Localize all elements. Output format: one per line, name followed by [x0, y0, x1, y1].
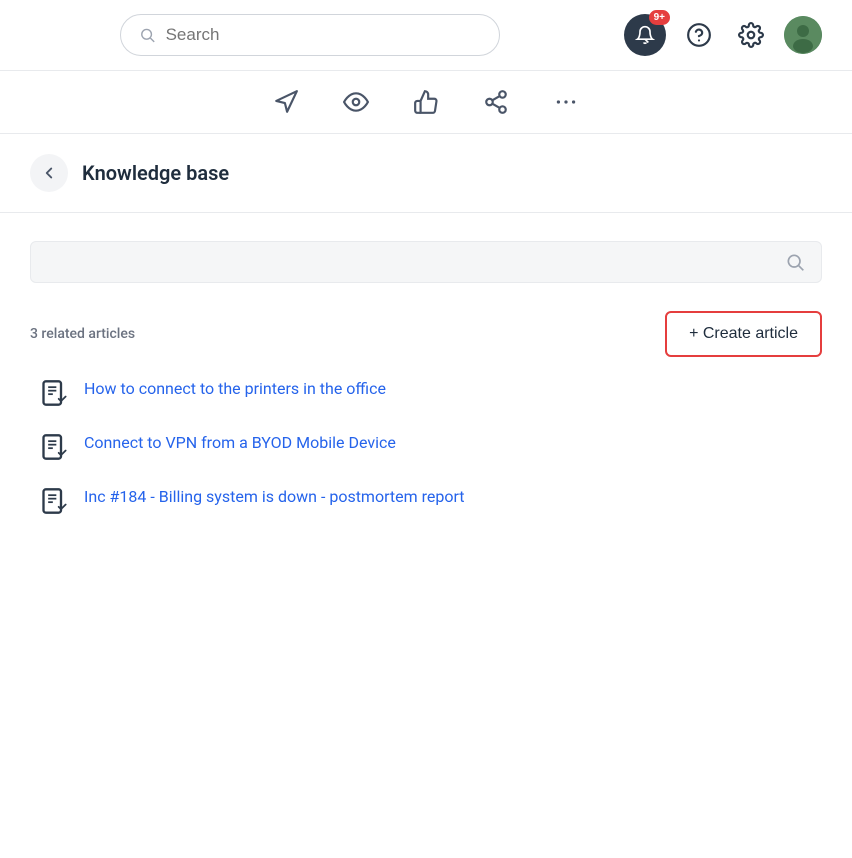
megaphone-icon [273, 89, 299, 115]
main-content: 3 related articles + Create article How … [0, 213, 852, 543]
avatar-image [784, 16, 822, 54]
settings-icon [738, 22, 764, 48]
article-icon [40, 433, 68, 461]
article-link[interactable]: Connect to VPN from a BYOD Mobile Device [84, 431, 396, 455]
list-item: Inc #184 - Billing system is down - post… [40, 485, 812, 515]
section-header: Knowledge base [0, 134, 852, 213]
avatar-svg [784, 16, 822, 54]
notification-icon [635, 25, 655, 45]
like-button[interactable] [409, 85, 443, 119]
articles-header: 3 related articles + Create article [30, 311, 822, 357]
list-item: How to connect to the printers in the of… [40, 377, 812, 407]
share-icon [483, 89, 509, 115]
thumbsup-icon [413, 89, 439, 115]
search-icon [139, 26, 156, 44]
search-input[interactable] [166, 25, 481, 45]
watch-button[interactable] [339, 85, 373, 119]
list-item: Connect to VPN from a BYOD Mobile Device [40, 431, 812, 461]
related-articles-count: 3 related articles [30, 326, 135, 342]
search-bar[interactable] [120, 14, 500, 56]
avatar[interactable] [784, 16, 822, 54]
article-link[interactable]: Inc #184 - Billing system is down - post… [84, 485, 465, 509]
help-button[interactable] [680, 16, 718, 54]
settings-button[interactable] [732, 16, 770, 54]
kb-search-bar[interactable] [30, 241, 822, 283]
more-button[interactable] [549, 85, 583, 119]
announce-button[interactable] [269, 85, 303, 119]
more-icon [553, 89, 579, 115]
kb-search-input[interactable] [47, 254, 775, 271]
create-article-button[interactable]: + Create article [665, 311, 822, 357]
top-header: 9+ [0, 0, 852, 71]
section-title: Knowledge base [82, 161, 229, 185]
notification-button[interactable]: 9+ [624, 14, 666, 56]
article-icon [40, 379, 68, 407]
back-button[interactable] [30, 154, 68, 192]
share-button[interactable] [479, 85, 513, 119]
header-icons: 9+ [624, 14, 822, 56]
kb-search-icon [785, 252, 805, 272]
eye-icon [343, 89, 369, 115]
article-link[interactable]: How to connect to the printers in the of… [84, 377, 386, 401]
help-icon [686, 22, 712, 48]
article-icon [40, 487, 68, 515]
toolbar [0, 71, 852, 134]
notification-badge: 9+ [649, 10, 670, 25]
article-list: How to connect to the printers in the of… [30, 377, 822, 515]
arrow-left-icon [40, 164, 58, 182]
